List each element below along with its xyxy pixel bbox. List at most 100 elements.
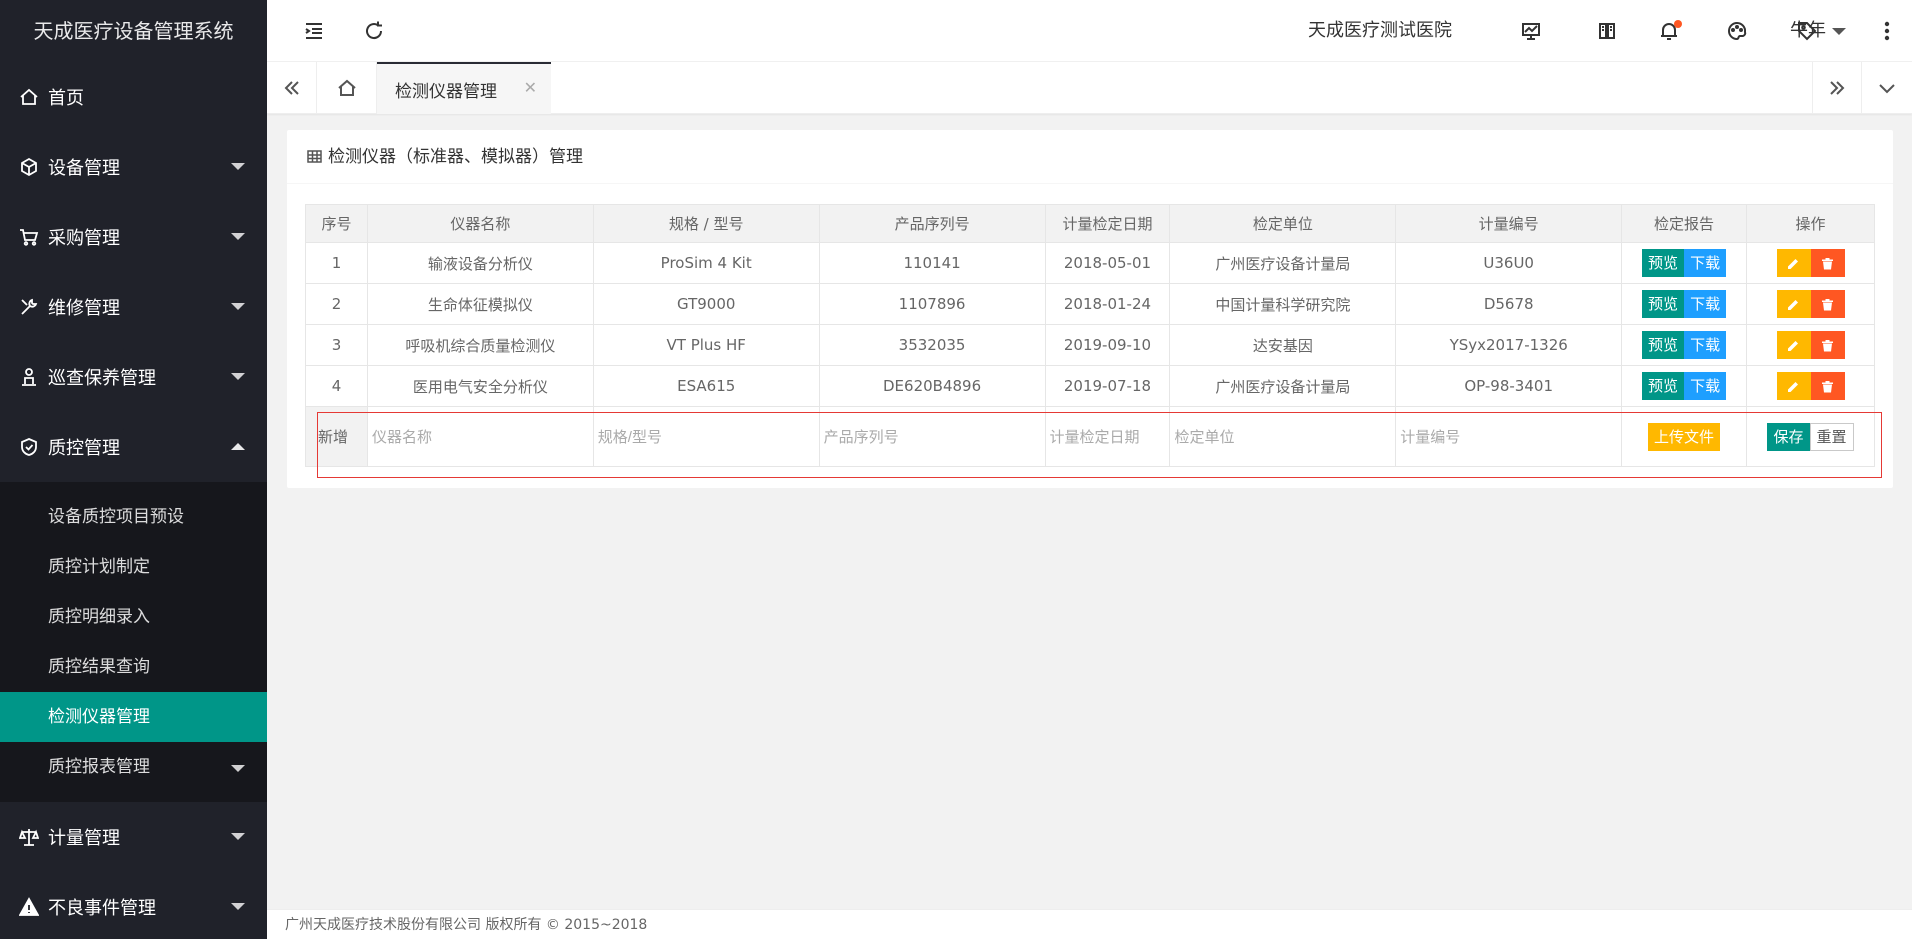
sidebar-subitem-qc-result[interactable]: 质控结果查询 [0, 642, 267, 692]
add-row-label: 新增 [305, 406, 368, 467]
column-header: 序号 [305, 204, 368, 243]
sidebar-item-adverse[interactable]: 不良事件管理 [0, 872, 267, 939]
book-button[interactable] [1582, 0, 1632, 62]
more-vertical-icon [1884, 21, 1890, 41]
sidebar-item-repair[interactable]: 维修管理 [0, 272, 267, 342]
column-header: 产品序列号 [818, 204, 1046, 243]
delete-button[interactable] [1810, 331, 1845, 359]
upload-file-button[interactable]: 上传文件 [1648, 422, 1721, 451]
table-cell: 广州医疗设备计量局 [1169, 242, 1397, 284]
instrument-table: 序号 仪器名称 规格 / 型号 产品序列号 计量检定日期 检定单位 计量编号 检… [305, 204, 1875, 467]
card-title: 检测仪器（标准器、模拟器）管理 [287, 130, 1893, 184]
add-cell [366, 406, 594, 467]
double-chevron-right-icon [1830, 81, 1845, 95]
column-header: 计量检定日期 [1044, 204, 1171, 243]
action-cell [1746, 365, 1875, 407]
tab-scroll-left-button[interactable] [267, 62, 317, 114]
chevron-down-icon [1879, 84, 1895, 94]
preview-button[interactable]: 预览 [1642, 249, 1685, 277]
cube-icon [18, 156, 40, 178]
table-cell: 4 [305, 365, 368, 407]
screen-button[interactable] [1506, 0, 1556, 62]
download-button[interactable]: 下载 [1684, 331, 1727, 359]
refresh-button[interactable] [349, 0, 399, 62]
book-icon [1599, 23, 1615, 39]
calibration-unit-input[interactable] [1174, 428, 1392, 446]
tab-bar: 检测仪器管理 ✕ [267, 62, 1912, 114]
menu-collapse-button[interactable] [289, 0, 339, 62]
sidebar-item-purchase[interactable]: 采购管理 [0, 202, 267, 272]
pencil-icon [1788, 299, 1798, 310]
sidebar-item-maintenance[interactable]: 巡查保养管理 [0, 342, 267, 412]
sidebar-subitem-qc-entry[interactable]: 质控明细录入 [0, 592, 267, 642]
table-row: 3 呼吸机综合质量检测仪 VT Plus HF 3532035 2019-09-… [305, 324, 1875, 366]
add-cell [1169, 406, 1397, 467]
table-cell: 2018-01-24 [1044, 283, 1171, 325]
report-cell: 预览 下载 [1621, 365, 1748, 407]
edit-button[interactable] [1776, 331, 1811, 359]
table-cell: 3532035 [818, 324, 1046, 366]
sidebar-item-metrology[interactable]: 计量管理 [0, 802, 267, 872]
report-cell: 预览 下载 [1621, 324, 1748, 366]
edit-button[interactable] [1776, 372, 1811, 400]
sidebar: 天成医疗设备管理系统 首页 设备管理 采购管理 维修管理 巡查保养管理 质控管理… [0, 0, 267, 939]
column-header: 规格 / 型号 [592, 204, 820, 243]
delete-button[interactable] [1810, 249, 1845, 277]
column-header: 检定单位 [1169, 204, 1397, 243]
column-header: 操作 [1746, 204, 1875, 243]
sidebar-item-label: 首页 [48, 88, 84, 109]
table-cell: 1 [305, 242, 368, 284]
edit-button[interactable] [1776, 290, 1811, 318]
calibration-date-input[interactable] [1049, 428, 1166, 446]
preview-button[interactable]: 预览 [1642, 372, 1685, 400]
notification-button[interactable] [1644, 0, 1694, 62]
metrology-code-input[interactable] [1400, 428, 1618, 446]
sidebar-subitem-instrument[interactable]: 检测仪器管理 [0, 692, 267, 742]
tab-instrument-management[interactable]: 检测仪器管理 ✕ [377, 62, 551, 114]
sidebar-item-home[interactable]: 首页 [0, 62, 267, 132]
chevron-down-icon [231, 765, 245, 772]
table-cell: 呼吸机综合质量检测仪 [366, 324, 594, 366]
delete-button[interactable] [1810, 372, 1845, 400]
table-cell: ProSim 4 Kit [592, 242, 820, 284]
chevron-down-icon [231, 373, 245, 380]
theme-button[interactable] [1712, 0, 1762, 62]
preview-button[interactable]: 预览 [1642, 290, 1685, 318]
download-button[interactable]: 下载 [1684, 372, 1727, 400]
sidebar-subitem-qc-preset[interactable]: 设备质控项目预设 [0, 492, 267, 542]
table-cell: 广州医疗设备计量局 [1169, 365, 1397, 407]
trash-icon [1822, 380, 1833, 392]
more-button[interactable] [1862, 0, 1912, 62]
edit-button[interactable] [1776, 249, 1811, 277]
wrench-icon [18, 296, 40, 318]
preview-button[interactable]: 预览 [1642, 331, 1685, 359]
sidebar-item-label: 巡查保养管理 [48, 368, 156, 389]
serial-input[interactable] [823, 428, 1041, 446]
notification-dot [1674, 20, 1682, 28]
save-button[interactable]: 保存 [1767, 422, 1810, 451]
action-cell [1746, 283, 1875, 325]
sidebar-item-qc[interactable]: 质控管理 [0, 412, 267, 482]
tab-options-button[interactable] [1862, 62, 1912, 114]
download-button[interactable]: 下载 [1684, 290, 1727, 318]
sidebar-item-device[interactable]: 设备管理 [0, 132, 267, 202]
sidebar-subitem-qc-report[interactable]: 质控报表管理 [0, 742, 267, 792]
table-cell: 2 [305, 283, 368, 325]
table-cell: D5678 [1395, 283, 1623, 325]
home-tab-button[interactable] [317, 62, 377, 114]
reset-button[interactable]: 重置 [1809, 422, 1854, 451]
tab-scroll-right-button[interactable] [1812, 62, 1862, 114]
user-menu[interactable]: 牛年 [1790, 0, 1846, 62]
refresh-icon [366, 21, 383, 40]
sidebar-subitem-qc-plan[interactable]: 质控计划制定 [0, 542, 267, 592]
table-row: 1 输液设备分析仪 ProSim 4 Kit 110141 2018-05-01… [305, 242, 1875, 284]
footer: 广州天成医疗技术股份有限公司 版权所有 © 2015~2018 [267, 909, 1912, 939]
chevron-down-icon [231, 163, 245, 170]
hospital-name: 天成医疗测试医院 [1308, 20, 1452, 41]
model-input[interactable] [597, 428, 815, 446]
close-icon[interactable]: ✕ [524, 78, 537, 97]
instrument-name-input[interactable] [371, 428, 589, 446]
delete-button[interactable] [1810, 290, 1845, 318]
download-button[interactable]: 下载 [1684, 249, 1727, 277]
top-header: 天成医疗测试医院 牛年 [267, 0, 1912, 62]
